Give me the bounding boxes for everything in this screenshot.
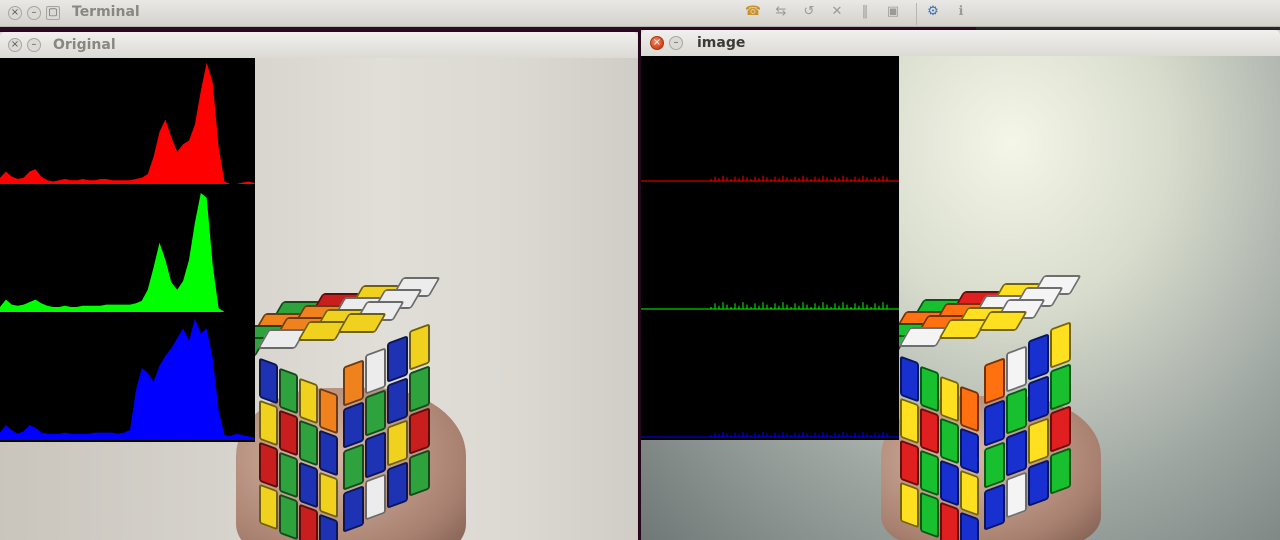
cube-sticker	[940, 459, 959, 507]
minimize-icon[interactable]: –	[27, 38, 41, 52]
close-icon[interactable]: ×	[8, 6, 22, 20]
histogram-chart	[641, 175, 899, 438]
cube-sticker	[409, 323, 430, 371]
cube-sticker	[343, 359, 364, 407]
original-image-view	[0, 58, 638, 540]
cube-sticker	[1028, 417, 1049, 465]
cube-sticker	[409, 365, 430, 413]
cube-sticker	[279, 367, 298, 415]
cube-sticker	[343, 443, 364, 491]
cube-sticker	[1050, 321, 1071, 369]
cube-sticker	[387, 335, 408, 383]
settings-icon[interactable]: ⚙	[924, 3, 942, 21]
cube-sticker	[1050, 363, 1071, 411]
cube-sticker	[365, 473, 386, 521]
original-titlebar[interactable]: × – Original	[0, 32, 638, 58]
cube-sticker	[920, 407, 939, 455]
cube-sticker	[1006, 429, 1027, 477]
cube-sticker	[299, 461, 318, 509]
cube-sticker	[1050, 447, 1071, 495]
cube-sticker	[279, 451, 298, 499]
cube-sticker	[1028, 333, 1049, 381]
cube-sticker	[259, 483, 278, 531]
cube-sticker	[960, 385, 979, 433]
cube-sticker	[299, 503, 318, 540]
cube-sticker	[1050, 405, 1071, 453]
cube-sticker	[299, 377, 318, 425]
phone-icon[interactable]: ☎	[744, 3, 762, 21]
cube-sticker	[409, 449, 430, 497]
cube-sticker	[900, 439, 919, 487]
cube-sticker	[279, 493, 298, 540]
stop-icon[interactable]: ▣	[884, 3, 902, 21]
cube-sticker	[920, 491, 939, 539]
cube-sticker	[920, 365, 939, 413]
close-icon[interactable]: ×	[8, 38, 22, 52]
rubiks-cube	[858, 241, 1082, 540]
cube-sticker	[1006, 471, 1027, 519]
cube-sticker	[319, 429, 338, 477]
image-titlebar[interactable]: × – image	[641, 30, 1280, 56]
cube-sticker	[259, 357, 278, 405]
cube-sticker	[960, 469, 979, 517]
toolbar-divider	[916, 3, 917, 25]
cube-sticker	[1028, 375, 1049, 423]
top-panel-right	[976, 0, 1280, 27]
cube-sticker	[365, 389, 386, 437]
cube-sticker	[940, 501, 959, 540]
info-icon[interactable]: ℹ	[952, 3, 970, 21]
cube-sticker	[984, 441, 1005, 489]
cube-sticker	[299, 419, 318, 467]
rgb-histogram-original	[0, 58, 255, 442]
cube-sticker	[343, 485, 364, 533]
rubiks-cube	[217, 243, 441, 540]
cube-sticker	[1028, 459, 1049, 507]
cube-sticker	[319, 387, 338, 435]
cube-sticker	[365, 431, 386, 479]
cube-sticker	[940, 417, 959, 465]
cube-sticker	[940, 375, 959, 423]
minimize-icon[interactable]: –	[669, 36, 683, 50]
cube-sticker	[409, 407, 430, 455]
cube-sticker	[984, 399, 1005, 447]
rgb-histogram-equalized	[641, 56, 899, 440]
blue-channel-histogram	[0, 318, 255, 440]
terminal-titlebar[interactable]: × – ▢ Terminal ☎ ⇆ ↺ ✕ ‖ ▣ ⚙ ℹ	[0, 0, 976, 27]
cube-sticker	[365, 347, 386, 395]
original-window: × – Original	[0, 32, 638, 540]
cube-sticker	[259, 441, 278, 489]
image-window-title: image	[697, 35, 746, 51]
transfer-icon[interactable]: ⇆	[772, 3, 790, 21]
cube-sticker	[960, 427, 979, 475]
cube-sticker	[279, 409, 298, 457]
cube-sticker	[387, 461, 408, 509]
cube-sticker	[343, 401, 364, 449]
minimize-icon[interactable]: –	[27, 6, 41, 20]
red-channel-histogram	[0, 62, 255, 184]
cube-sticker	[920, 449, 939, 497]
terminal-title: Terminal	[72, 4, 140, 20]
histogram-chart	[0, 62, 255, 440]
cube-sticker	[984, 483, 1005, 531]
image-view	[641, 56, 1280, 540]
maximize-icon[interactable]: ▢	[46, 6, 60, 20]
relay-icon[interactable]: ↺	[800, 3, 818, 21]
cube-sticker	[984, 357, 1005, 405]
cube-sticker	[387, 377, 408, 425]
cube-sticker	[319, 471, 338, 519]
cube-sticker	[259, 399, 278, 447]
image-window: × – image	[641, 30, 1280, 540]
cube-sticker	[1006, 387, 1027, 435]
cube-sticker	[900, 481, 919, 529]
cube-sticker	[387, 419, 408, 467]
mic-off-icon[interactable]: ✕	[828, 3, 846, 21]
cube-sticker	[900, 397, 919, 445]
close-icon[interactable]: ×	[650, 36, 664, 50]
cube-sticker	[900, 355, 919, 403]
cube-sticker	[1006, 345, 1027, 393]
original-window-title: Original	[53, 37, 116, 53]
pause-icon[interactable]: ‖	[856, 3, 874, 21]
green-channel-histogram	[0, 193, 255, 312]
